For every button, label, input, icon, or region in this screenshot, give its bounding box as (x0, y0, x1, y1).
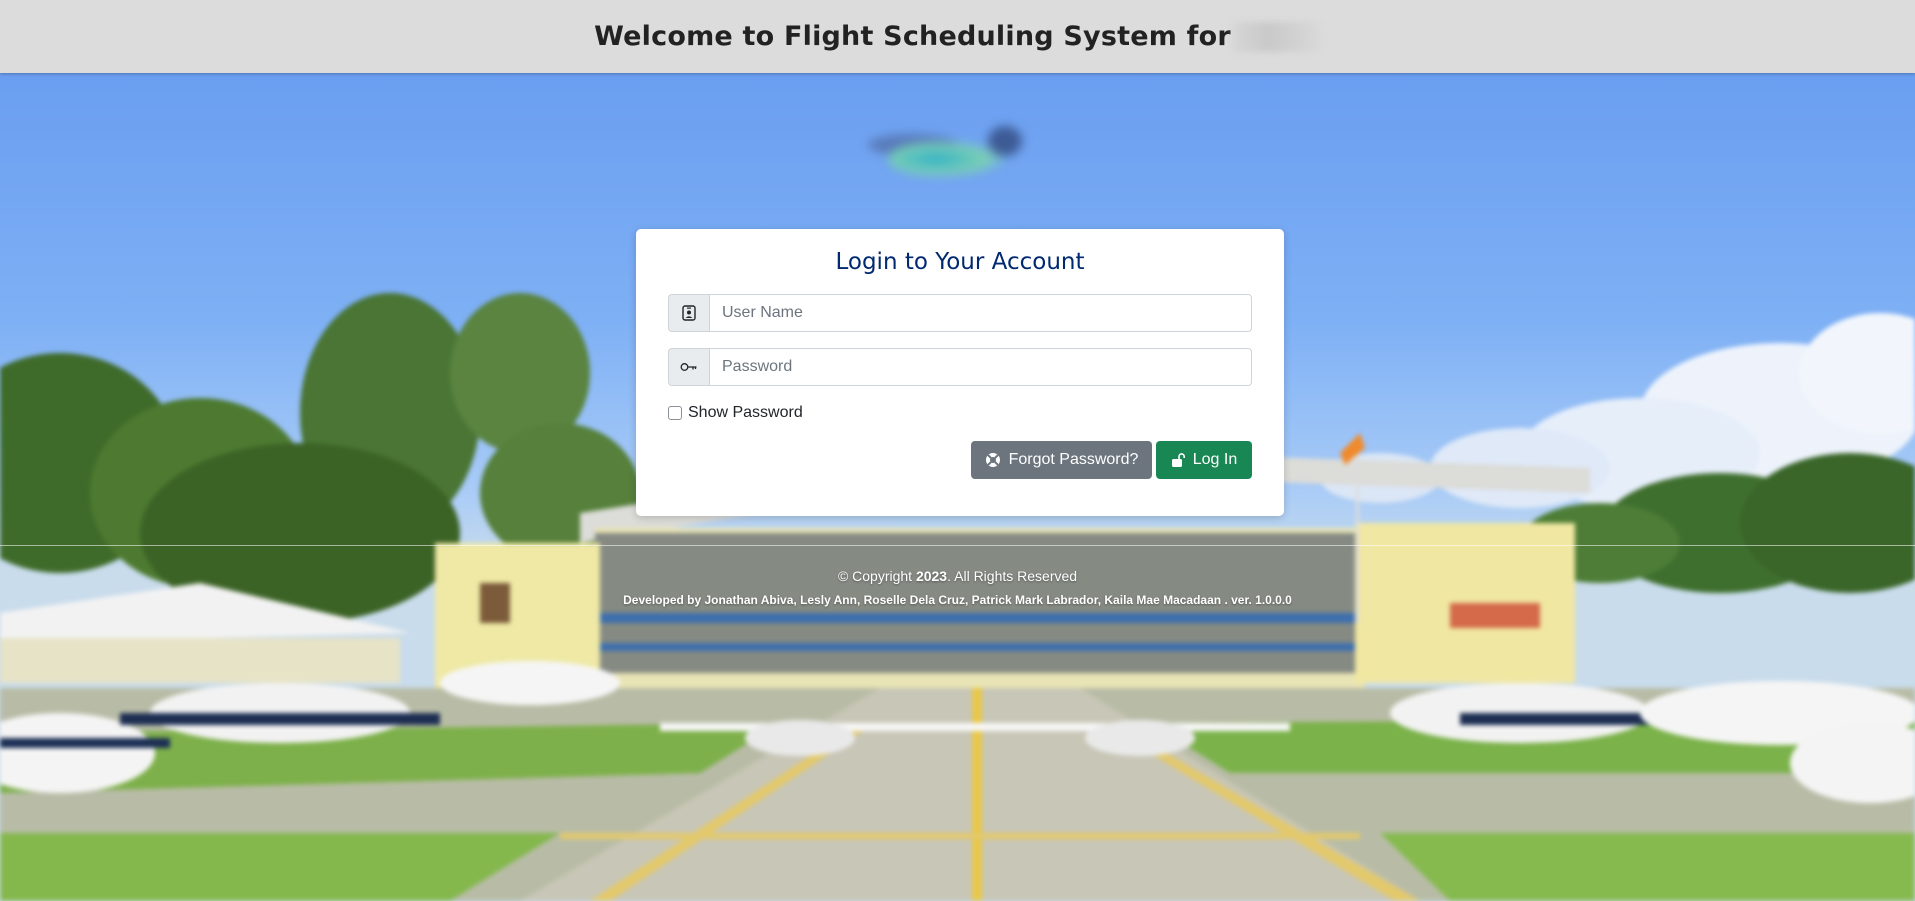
login-button-label: Log In (1192, 451, 1238, 468)
login-button[interactable]: Log In (1156, 441, 1252, 479)
logo-plane-icon (988, 126, 1022, 156)
copyright-text: © Copyright 2023. All Rights Reserved (0, 566, 1915, 586)
username-input-group (668, 294, 1252, 332)
person-badge-icon-svg (682, 305, 696, 321)
footer-divider (0, 545, 1915, 546)
top-header: Welcome to Flight Scheduling System for (0, 0, 1915, 73)
username-input[interactable] (709, 294, 1252, 332)
page-title: Welcome to Flight Scheduling System for (594, 21, 1321, 53)
login-title: Login to Your Account (835, 249, 1085, 275)
password-input-group (668, 348, 1252, 386)
forgot-password-button[interactable]: Forgot Password? (971, 441, 1152, 479)
developers-credit: Developed by Jonathan Abiva, Lesly Ann, … (623, 593, 1292, 607)
organization-logo (858, 122, 1048, 192)
copyright-prefix: © Copyright (837, 568, 913, 584)
person-badge-icon (668, 294, 709, 332)
unlock-icon (1171, 453, 1185, 467)
life-preserver-icon (985, 453, 1000, 467)
key-icon (668, 348, 709, 386)
show-password-checkbox[interactable] (668, 406, 682, 420)
copyright-year: 2023 (915, 568, 948, 584)
show-password-toggle[interactable]: Show Password (668, 404, 803, 422)
key-icon-svg (680, 363, 697, 371)
password-input[interactable] (709, 348, 1252, 386)
copyright-suffix: . All Rights Reserved (947, 568, 1078, 584)
forgot-password-label: Forgot Password? (1008, 451, 1139, 468)
footer: © Copyright 2023. All Rights Reserved De… (0, 566, 1915, 609)
page-title-text: Welcome to Flight Scheduling System for (594, 20, 1231, 52)
redacted-organization-name (1232, 22, 1321, 53)
show-password-label: Show Password (688, 404, 803, 421)
login-card: Login to Your Account Show Password (636, 229, 1284, 516)
